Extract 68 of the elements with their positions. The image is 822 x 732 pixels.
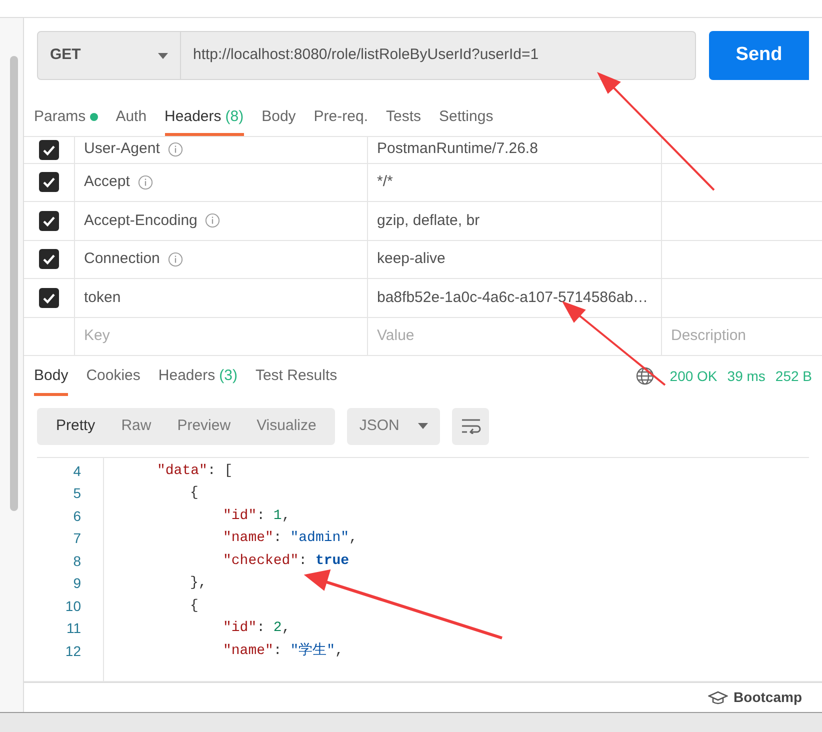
line-number: 12 bbox=[64, 642, 81, 661]
header-value: ba8fb52e-1a0c-4a6c-a107-5714586ab… bbox=[377, 288, 648, 308]
code-line: }, bbox=[190, 574, 207, 594]
check-icon bbox=[42, 175, 56, 190]
response-tab[interactable]: Cookies bbox=[86, 360, 140, 396]
request-tab[interactable]: Body bbox=[262, 102, 296, 136]
header-key: Accept-Encoding bbox=[84, 210, 198, 232]
checkbox[interactable] bbox=[39, 172, 59, 192]
method-dropdown[interactable]: GET bbox=[37, 31, 181, 80]
url-field[interactable]: http://localhost:8080/role/listRoleByUserId?userId=1 bbox=[181, 31, 696, 80]
line-number: 4 bbox=[72, 462, 81, 481]
request-tab[interactable]: Auth bbox=[116, 102, 147, 136]
code-line: { bbox=[190, 596, 198, 616]
status-code: 200 OK bbox=[670, 366, 718, 386]
code-line: "id": 1, bbox=[223, 506, 290, 526]
key-field[interactable]: Key bbox=[75, 318, 368, 356]
response-size: 252 B bbox=[775, 366, 812, 386]
caret-icon bbox=[158, 52, 168, 58]
count: (8) bbox=[225, 106, 244, 127]
checkbox[interactable] bbox=[39, 140, 59, 160]
view-mode-tab[interactable]: Raw bbox=[108, 411, 164, 442]
check-icon bbox=[42, 252, 56, 266]
bootcamp-label[interactable]: Bootcamp bbox=[734, 687, 802, 708]
header-key: User-Agent bbox=[84, 138, 160, 161]
code-line: "checked": true bbox=[223, 552, 350, 571]
header-key: Connection bbox=[84, 248, 160, 271]
request-tab[interactable]: Headers (8) bbox=[164, 102, 244, 136]
code-line: "name": "学生", bbox=[223, 642, 344, 661]
line-number: 6 bbox=[72, 506, 81, 526]
response-tab[interactable]: Headers (3) bbox=[158, 360, 238, 396]
line-number: 5 bbox=[72, 484, 81, 504]
view-mode-tab[interactable]: Preview bbox=[164, 411, 244, 442]
view-mode-tab[interactable]: Visualize bbox=[244, 411, 330, 442]
wrap-icon bbox=[460, 418, 481, 434]
response-time: 39 ms bbox=[727, 366, 766, 386]
header-key: token bbox=[84, 286, 121, 310]
send-button[interactable]: Send bbox=[709, 31, 809, 80]
globe-icon bbox=[636, 367, 654, 386]
response-tab[interactable]: Test Results bbox=[255, 360, 338, 396]
view-mode-tab[interactable]: Pretty bbox=[43, 411, 108, 442]
request-tab[interactable]: Tests bbox=[386, 102, 421, 136]
graduation-cap-icon bbox=[708, 690, 728, 704]
header-value: gzip, deflate, br bbox=[377, 210, 480, 231]
code-line: "name": "admin", bbox=[223, 529, 358, 548]
header-value: keep-alive bbox=[377, 249, 446, 270]
header-key: Accept bbox=[84, 171, 130, 194]
code-line: { bbox=[190, 484, 198, 504]
format-dropdown[interactable]: JSON bbox=[347, 408, 440, 445]
request-tab[interactable]: Settings bbox=[439, 102, 494, 136]
wrap-button[interactable] bbox=[452, 408, 490, 445]
count: (3) bbox=[219, 366, 238, 386]
header-value: */* bbox=[377, 172, 393, 192]
checkbox[interactable] bbox=[39, 288, 59, 308]
response-tab[interactable]: Body bbox=[34, 360, 68, 396]
code-line: "data": [ bbox=[157, 462, 233, 481]
line-number: 10 bbox=[64, 596, 81, 616]
code-line: "id": 2, bbox=[223, 619, 290, 638]
line-number: 11 bbox=[65, 619, 81, 638]
request-tab[interactable]: Params bbox=[34, 102, 98, 136]
caret-icon bbox=[418, 423, 428, 430]
description-field[interactable]: Description bbox=[662, 318, 822, 356]
request-tab[interactable]: Pre-req. bbox=[314, 102, 368, 136]
line-number: 8 bbox=[72, 552, 81, 571]
checkbox[interactable] bbox=[39, 210, 59, 231]
line-number: 7 bbox=[72, 529, 81, 548]
line-number: 9 bbox=[72, 574, 81, 594]
header-value: PostmanRuntime/7.26.8 bbox=[377, 139, 538, 160]
checkbox[interactable] bbox=[39, 249, 59, 270]
